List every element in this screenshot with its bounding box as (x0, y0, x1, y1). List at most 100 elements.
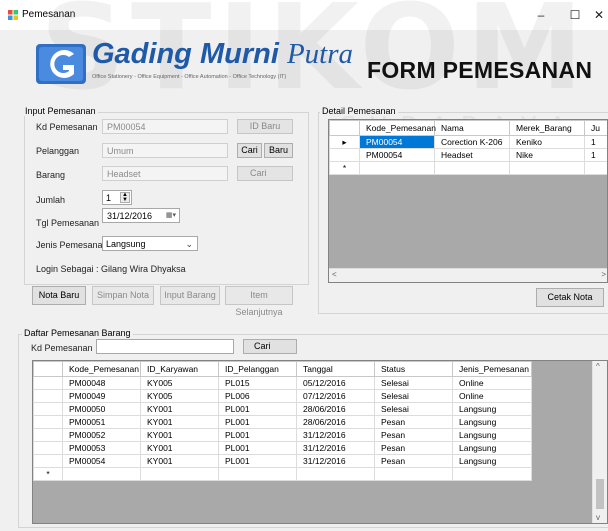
barang-field[interactable]: Headset (102, 166, 228, 181)
table-row[interactable]: PM00051 KY001 PL001 28/06/2016 Pesan Langsung (33, 415, 532, 429)
table-cell[interactable]: 05/12/2016 (296, 376, 375, 390)
table-cell[interactable]: 31/12/2016 (296, 441, 375, 455)
scroll-right-icon[interactable]: > (601, 270, 606, 279)
table-cell[interactable]: KY001 (140, 415, 219, 429)
scroll-left-icon[interactable]: < (332, 270, 337, 279)
calendar-dropdown-icon[interactable]: ▦▾ (166, 210, 176, 222)
table-cell[interactable]: KY001 (140, 402, 219, 416)
table-cell[interactable]: PM00053 (62, 441, 141, 455)
table-row[interactable]: PM00048 KY005 PL015 05/12/2016 Selesai Online (33, 376, 532, 390)
cetak-nota-button[interactable]: Cetak Nota (536, 288, 604, 307)
table-cell[interactable]: KY005 (140, 376, 219, 390)
nota-baru-button[interactable]: Nota Baru (32, 286, 86, 305)
scroll-down-icon[interactable]: v (596, 513, 600, 522)
table-cell[interactable]: Corection K-206 (434, 135, 510, 149)
table-cell[interactable] (218, 467, 297, 481)
table-row[interactable]: PM00054 KY001 PL001 31/12/2016 Pesan Langsung (33, 454, 532, 468)
table-row[interactable]: PM00052 KY001 PL001 31/12/2016 Pesan Langsung (33, 428, 532, 442)
input-barang-button[interactable]: Input Barang (160, 286, 220, 305)
minimize-button[interactable]: – (528, 4, 554, 26)
table-cell[interactable] (452, 467, 532, 481)
table-cell[interactable]: PL001 (218, 415, 297, 429)
table-cell[interactable]: PL015 (218, 376, 297, 390)
table-row[interactable]: PM00054 Headset Nike 1 (329, 148, 607, 162)
table-cell[interactable]: PM00051 (62, 415, 141, 429)
table-cell[interactable] (296, 467, 375, 481)
table-cell[interactable]: PM00049 (62, 389, 141, 403)
table-cell[interactable]: Selesai (374, 389, 453, 403)
stepper-arrows-icon[interactable]: ▲ ▼ (120, 192, 130, 203)
col-header[interactable]: Kode_Pemesanan (62, 361, 141, 377)
col-header[interactable]: ID_Karyawan (140, 361, 219, 377)
table-row[interactable]: ▸ PM00054 Corection K-206 Keniko 1 (329, 135, 607, 149)
table-cell[interactable]: Selesai (374, 376, 453, 390)
tgl-pemesanan-picker[interactable]: 31/12/2016 ▦▾ (102, 208, 180, 223)
table-cell[interactable]: PL001 (218, 441, 297, 455)
scrollbar-thumb[interactable] (596, 479, 604, 509)
table-cell[interactable]: Langsung (452, 428, 532, 442)
table-cell[interactable] (584, 161, 607, 175)
table-cell[interactable]: PM00050 (62, 402, 141, 416)
table-row[interactable]: PM00050 KY001 PL001 28/06/2016 Selesai Langsu… (33, 402, 532, 416)
col-header[interactable]: Tanggal (296, 361, 375, 377)
table-cell[interactable] (374, 467, 453, 481)
new-row[interactable]: * (33, 467, 532, 481)
table-cell[interactable]: PM00048 (62, 376, 141, 390)
table-cell[interactable] (434, 161, 510, 175)
table-cell[interactable]: Pesan (374, 415, 453, 429)
detail-grid[interactable]: Kode_Pemesanan Nama Merek_Barang Ju ▸ PM… (328, 119, 608, 283)
table-row[interactable]: PM00053 KY001 PL001 31/12/2016 Pesan Langsung (33, 441, 532, 455)
table-cell[interactable]: Langsung (452, 441, 532, 455)
table-cell[interactable] (509, 161, 585, 175)
table-cell[interactable]: PM00054 (359, 135, 435, 149)
table-cell[interactable]: Online (452, 376, 532, 390)
table-cell[interactable]: Keniko (509, 135, 585, 149)
table-cell[interactable]: KY001 (140, 428, 219, 442)
table-cell[interactable]: Langsung (452, 402, 532, 416)
table-cell[interactable]: Nike (509, 148, 585, 162)
cari-search-button[interactable]: Cari (243, 339, 297, 354)
table-cell[interactable]: 1 (584, 135, 607, 149)
table-cell[interactable]: PL006 (218, 389, 297, 403)
table-cell[interactable]: PM00052 (62, 428, 141, 442)
scroll-up-icon[interactable]: ^ (596, 362, 600, 371)
table-cell[interactable]: Headset (434, 148, 510, 162)
table-cell[interactable]: PM00054 (62, 454, 141, 468)
table-cell[interactable]: PM00054 (359, 148, 435, 162)
new-row[interactable]: * (329, 161, 607, 175)
table-cell[interactable]: KY005 (140, 389, 219, 403)
table-cell[interactable]: Online (452, 389, 532, 403)
table-cell[interactable]: KY001 (140, 441, 219, 455)
kd-pemesanan-search-input[interactable] (96, 339, 234, 354)
cari-barang-button[interactable]: Cari (237, 166, 293, 181)
table-cell[interactable]: PL001 (218, 454, 297, 468)
table-cell[interactable]: KY001 (140, 454, 219, 468)
table-cell[interactable]: Langsung (452, 454, 532, 468)
table-cell[interactable]: PL001 (218, 428, 297, 442)
pelanggan-field[interactable]: Umum (102, 143, 228, 158)
col-header[interactable]: Status (374, 361, 453, 377)
item-selanjutnya-button[interactable]: Item Selanjutnya (225, 286, 293, 317)
table-cell[interactable]: 07/12/2016 (296, 389, 375, 403)
maximize-button[interactable]: ☐ (562, 4, 588, 26)
table-cell[interactable]: Pesan (374, 454, 453, 468)
col-header[interactable]: Jenis_Pemesanan (452, 361, 532, 377)
col-header[interactable]: Kode_Pemesanan (359, 120, 436, 136)
baru-pelanggan-button[interactable]: Baru (264, 143, 293, 158)
jumlah-stepper[interactable]: 1 ▲ ▼ (102, 190, 132, 205)
col-header[interactable]: ID_Pelanggan (218, 361, 297, 377)
jenis-pemesanan-select[interactable]: Langsung ⌄ (102, 236, 198, 251)
table-cell[interactable]: 31/12/2016 (296, 454, 375, 468)
vertical-scrollbar[interactable]: ^ v (592, 361, 607, 523)
table-cell[interactable] (62, 467, 141, 481)
table-cell[interactable]: 28/06/2016 (296, 402, 375, 416)
close-button[interactable]: ✕ (594, 4, 608, 26)
table-cell[interactable]: PL001 (218, 402, 297, 416)
table-cell[interactable]: 1 (584, 148, 607, 162)
table-row[interactable]: PM00049 KY005 PL006 07/12/2016 Selesai Online (33, 389, 532, 403)
simpan-nota-button[interactable]: Simpan Nota (92, 286, 154, 305)
table-cell[interactable] (140, 467, 219, 481)
daftar-grid[interactable]: Kode_Pemesanan ID_Karyawan ID_Pelanggan … (32, 360, 608, 524)
table-cell[interactable]: Langsung (452, 415, 532, 429)
cari-pelanggan-button[interactable]: Cari (237, 143, 262, 158)
